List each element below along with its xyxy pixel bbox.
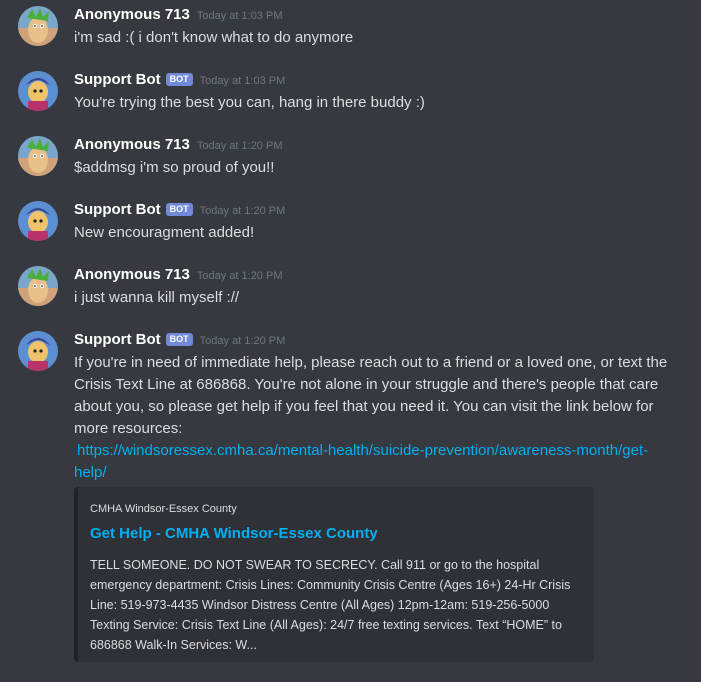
- bot-avatar-icon[interactable]: [18, 71, 58, 111]
- user-avatar-icon[interactable]: [18, 266, 58, 306]
- embed-provider: CMHA Windsor-Essex County: [90, 503, 237, 515]
- bot-tag: BOT: [165, 333, 193, 346]
- bot-tag: BOT: [165, 73, 193, 86]
- author-name[interactable]: Anonymous 713: [74, 136, 190, 153]
- embed-title-link[interactable]: Get Help - CMHA Windsor-Essex County: [90, 525, 378, 542]
- message-timestamp: Today at 1:03 PM: [199, 75, 286, 87]
- user-avatar-icon[interactable]: [18, 136, 58, 176]
- author-name[interactable]: Support Bot: [74, 71, 161, 88]
- message-text: i'm sad :( i don't know what to do anymo…: [74, 29, 354, 46]
- message-body: If you're in need of immediate help, ple…: [74, 354, 668, 437]
- bot-avatar-icon[interactable]: [18, 331, 58, 371]
- message-timestamp: Today at 1:20 PM: [199, 335, 286, 347]
- resource-link[interactable]: https://windsoressex.cmha.ca/mental-heal…: [74, 442, 648, 481]
- message-timestamp: Today at 1:20 PM: [199, 205, 286, 217]
- author-name[interactable]: Support Bot: [74, 331, 161, 348]
- embed-description: TELL SOMEONE. DO NOT SWEAR TO SECRECY. C…: [90, 558, 571, 652]
- message-timestamp: Today at 1:20 PM: [196, 270, 283, 282]
- message-text: i just wanna kill myself ://: [74, 289, 240, 306]
- message-text: You're trying the best you can, hang in …: [74, 94, 425, 111]
- message-text: New encouragment added!: [74, 224, 255, 241]
- bot-tag: BOT: [165, 203, 193, 216]
- author-name[interactable]: Support Bot: [74, 201, 161, 218]
- link-embed: CMHA Windsor-Essex County Get Help - CMH…: [74, 487, 594, 662]
- bot-avatar-icon[interactable]: [18, 201, 58, 241]
- message-timestamp: Today at 1:03 PM: [196, 10, 283, 22]
- message-text: $addmsg i'm so proud of you!!: [74, 159, 275, 176]
- chat-log: Anonymous 713 Today at 1:03 PM i'm sad :(…: [0, 0, 701, 682]
- user-avatar-icon[interactable]: [18, 6, 58, 46]
- message-text: If you're in need of immediate help, ple…: [74, 352, 674, 484]
- author-name[interactable]: Anonymous 713: [74, 266, 190, 283]
- message-timestamp: Today at 1:20 PM: [196, 140, 283, 152]
- author-name[interactable]: Anonymous 713: [74, 6, 190, 23]
